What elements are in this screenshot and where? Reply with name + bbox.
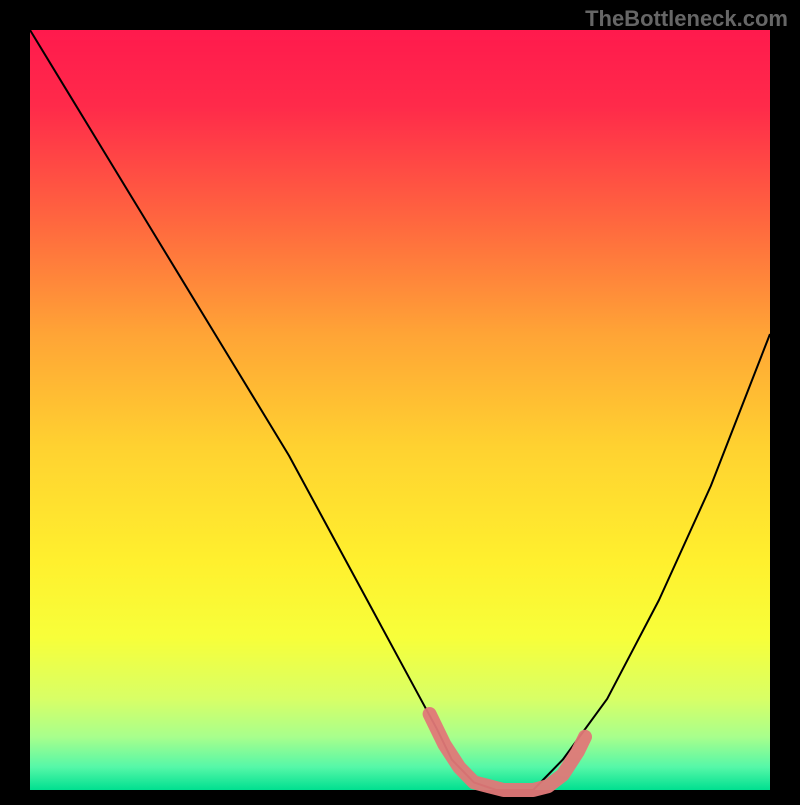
watermark-label: TheBottleneck.com [585, 6, 788, 32]
bottleneck-chart [0, 0, 800, 800]
chart-svg [0, 0, 800, 800]
